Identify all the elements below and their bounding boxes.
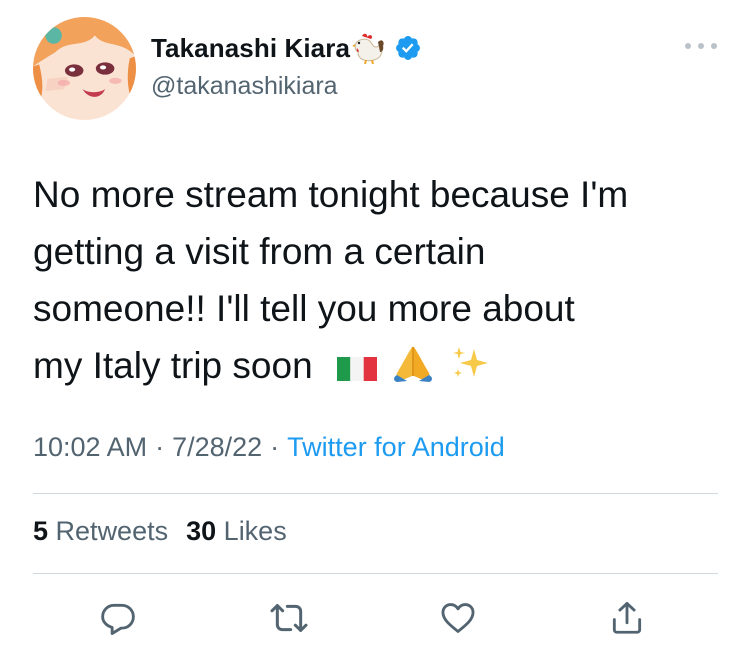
folded-hands-emoji-icon: [391, 342, 435, 399]
author-display-name[interactable]: Takanashi Kiara: [151, 33, 350, 64]
share-button[interactable]: [605, 596, 649, 640]
sparkles-emoji-icon: [450, 342, 490, 399]
retweet-button[interactable]: [267, 596, 311, 640]
more-dot: [698, 43, 704, 49]
retweets-count: 5: [33, 516, 49, 546]
reply-button[interactable]: [96, 596, 140, 640]
more-dot: [711, 43, 717, 49]
tweet-text-line: someone!! I'll tell you more about: [33, 288, 575, 329]
italy-flag-emoji-icon: [336, 342, 377, 399]
tweet-time[interactable]: 10:02 AM: [33, 432, 147, 462]
tweet-text-line: No more stream tonight because I'm: [33, 174, 629, 215]
tweet-date[interactable]: 7/28/22: [172, 432, 262, 462]
avatar-image: [33, 17, 136, 120]
tweet-text-line: getting a visit from a certain: [33, 231, 486, 272]
likes-count: 30: [186, 516, 217, 546]
tweet-text-line-last: my Italy trip soon: [33, 337, 723, 399]
retweet-icon: [270, 604, 308, 632]
tweet-text: No more stream tonight because I'm getti…: [33, 166, 723, 399]
likes-stat[interactable]: 30 Likes: [186, 516, 287, 546]
more-dot: [685, 43, 691, 49]
meta-separator: ·: [270, 432, 280, 462]
avatar[interactable]: [33, 17, 136, 120]
author-name-row[interactable]: Takanashi Kiara: [151, 30, 422, 66]
tweet-text-line-content: my Italy trip soon: [33, 345, 313, 386]
tweet-stats: 5 Retweets 30 Likes: [33, 516, 287, 547]
author-handle[interactable]: @takanashikiara: [151, 72, 338, 101]
like-button[interactable]: [436, 596, 480, 640]
more-options-icon[interactable]: [685, 36, 717, 56]
share-icon: [612, 602, 642, 634]
retweets-stat[interactable]: 5 Retweets: [33, 516, 168, 546]
retweets-label: Retweets: [55, 516, 169, 546]
verified-badge-icon: [394, 34, 422, 62]
divider: [33, 573, 718, 574]
tweet-meta: 10:02 AM · 7/28/22 · Twitter for Android: [33, 432, 505, 463]
tweet-source-link[interactable]: Twitter for Android: [287, 432, 505, 462]
meta-separator: ·: [155, 432, 165, 462]
reply-icon: [101, 603, 135, 635]
like-icon: [441, 603, 475, 633]
rooster-emoji-icon: [352, 32, 386, 64]
likes-label: Likes: [223, 516, 287, 546]
divider: [33, 493, 718, 494]
